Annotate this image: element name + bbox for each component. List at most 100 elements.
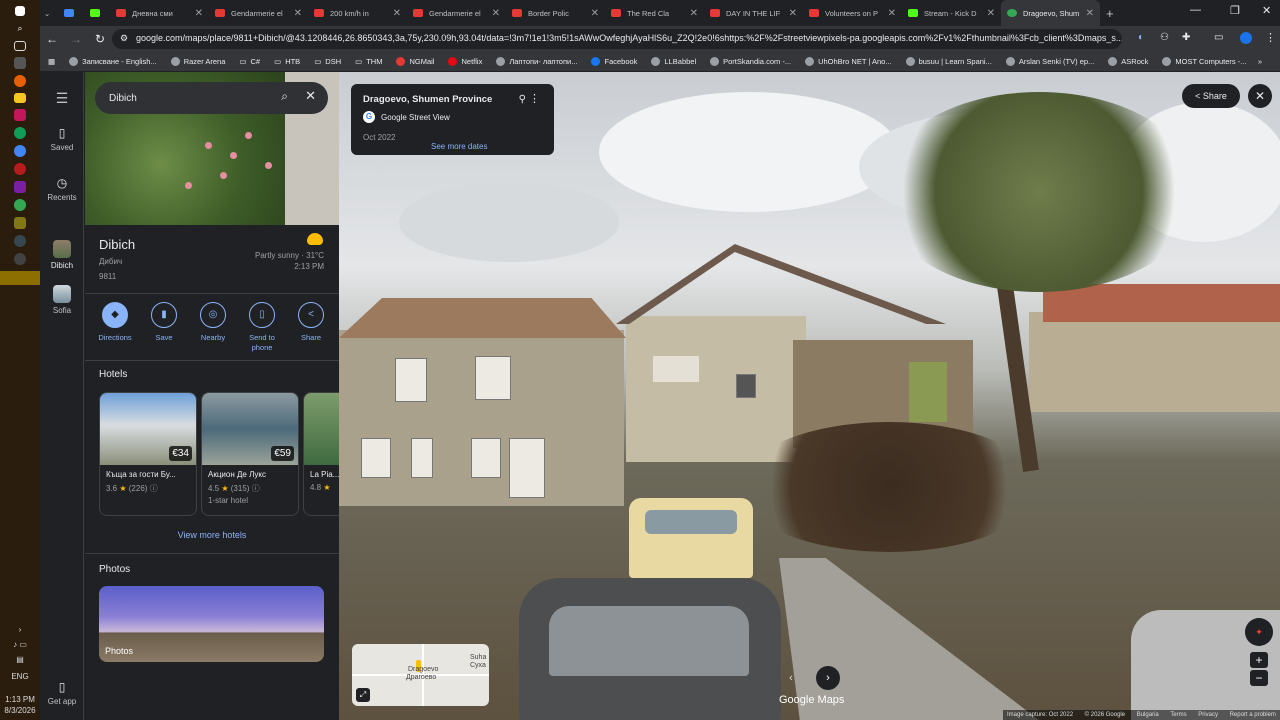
- bookmark-item[interactable]: NGMail: [396, 57, 434, 66]
- tab-close-icon[interactable]: ✕: [1086, 8, 1094, 19]
- taskbar-notes-icon[interactable]: [14, 217, 26, 229]
- taskbar-app-icon[interactable]: [14, 57, 26, 69]
- tab-close-icon[interactable]: ✕: [492, 8, 500, 19]
- tab-close-icon[interactable]: ✕: [195, 8, 203, 19]
- street-view[interactable]: Dragoevo, Shumen Province G Google Street…: [339, 72, 1280, 720]
- see-more-dates-link[interactable]: See more dates: [431, 142, 487, 151]
- tab-9[interactable]: Stream - Kick D ✕: [902, 0, 1001, 26]
- location-pin-icon[interactable]: ⚲: [519, 94, 526, 105]
- bookmark-item[interactable]: Facebook: [591, 57, 637, 66]
- minimize-icon[interactable]: —: [1190, 4, 1201, 16]
- footer-country[interactable]: Bulgaria: [1137, 712, 1159, 718]
- tab-8[interactable]: Volunteers on P ✕: [803, 0, 902, 26]
- back-icon[interactable]: ←: [40, 32, 64, 46]
- bookmark-item[interactable]: ASRock: [1108, 57, 1148, 66]
- close-streetview-button[interactable]: ✕: [1248, 84, 1272, 108]
- bookmark-folder[interactable]: ▭ DSH: [314, 57, 341, 66]
- taskbar-clock-icon[interactable]: [14, 253, 26, 265]
- nearby-button[interactable]: ◎ Nearby: [191, 302, 235, 353]
- tab-close-icon[interactable]: ✕: [294, 8, 302, 19]
- taskbar-firefox-icon[interactable]: [14, 75, 26, 87]
- tab-7[interactable]: DAY IN THE LIF ✕: [704, 0, 803, 26]
- windows-start-icon[interactable]: [15, 6, 25, 16]
- profile-avatar[interactable]: [1240, 32, 1252, 44]
- directions-button[interactable]: ◆ Directions: [93, 302, 137, 353]
- taskbar-widgets-icon[interactable]: [14, 41, 26, 51]
- cast-icon[interactable]: ▭: [1214, 32, 1223, 43]
- tab-close-icon[interactable]: ✕: [888, 8, 896, 19]
- taskbar-onenote-icon[interactable]: [14, 181, 26, 193]
- tray-volume-icon[interactable]: ♪ ▭: [0, 639, 40, 650]
- bookmark-item[interactable]: Записване - English...: [69, 57, 157, 66]
- tab-10-active[interactable]: Dragoevo, Shum ✕: [1001, 0, 1100, 26]
- footer-report-link[interactable]: Report a problem: [1230, 712, 1276, 718]
- hotel-card[interactable]: La Pia... 4.8 ★: [303, 392, 339, 516]
- taskbar-active-chrome-icon[interactable]: [0, 271, 40, 285]
- forward-icon[interactable]: →: [64, 32, 88, 46]
- prev-arrow-icon[interactable]: ‹: [779, 666, 803, 690]
- expand-map-icon[interactable]: ⤢: [356, 688, 370, 702]
- menu-kebab-icon[interactable]: ⋮: [1265, 31, 1276, 44]
- tray-chevron-icon[interactable]: ›: [0, 624, 40, 635]
- hotel-card[interactable]: €59 Акцион Де Лукс 4.5 ★ (315) ⓘ 1-star …: [201, 392, 299, 516]
- maximize-icon[interactable]: ❐: [1230, 4, 1240, 17]
- tab-close-icon[interactable]: ✕: [393, 8, 401, 19]
- footer-privacy-link[interactable]: Privacy: [1198, 712, 1218, 718]
- save-button[interactable]: ▮ Save: [142, 302, 186, 353]
- photo-thumbnail[interactable]: Photos: [99, 586, 324, 662]
- tab-6[interactable]: The Red Cla ✕: [605, 0, 704, 26]
- rail-recent-sofia[interactable]: Sofia: [40, 285, 84, 315]
- bookmark-item[interactable]: busuu | Learn Spani...: [905, 57, 992, 66]
- menu-hamburger-icon[interactable]: ☰: [40, 90, 84, 107]
- new-tab-button[interactable]: +: [1100, 0, 1124, 26]
- site-info-icon[interactable]: ⚙: [120, 33, 128, 44]
- bookmark-item[interactable]: Netflix: [448, 57, 482, 66]
- tab-2[interactable]: Gendarmerie el ✕: [209, 0, 308, 26]
- bookmark-item[interactable]: LLBabbel: [651, 57, 696, 66]
- share-button-top[interactable]: < Share: [1182, 84, 1240, 108]
- view-more-hotels-link[interactable]: View more hotels: [85, 530, 339, 540]
- compass-icon[interactable]: ✦: [1245, 618, 1273, 646]
- taskbar-opera-icon[interactable]: [14, 163, 26, 175]
- more-options-icon[interactable]: ⋮: [529, 92, 540, 105]
- search-box[interactable]: Dibich ⌕ ✕: [95, 82, 328, 114]
- zoom-out-button[interactable]: −: [1250, 670, 1268, 686]
- reload-icon[interactable]: ↻: [88, 32, 112, 46]
- bookmark-item[interactable]: PortSkandia.com -...: [710, 57, 791, 66]
- taskbar-search-icon[interactable]: ⌕: [10, 22, 30, 35]
- info-icon[interactable]: ⓘ: [150, 484, 158, 493]
- taskbar-steam-icon[interactable]: [14, 235, 26, 247]
- taskbar-chrome2-icon[interactable]: [14, 199, 26, 211]
- bookmark-folder[interactable]: ▭ C#: [239, 57, 260, 66]
- bookmark-item[interactable]: Лаптопи- лаптопи...: [496, 57, 577, 66]
- bookmark-folder[interactable]: ▭ НТВ: [274, 57, 300, 66]
- tray-language[interactable]: ENG: [0, 671, 40, 682]
- rail-recent-dibich[interactable]: Dibich: [40, 240, 84, 270]
- bookmark-item[interactable]: Razer Arena: [170, 57, 225, 66]
- search-icon[interactable]: ⌕: [281, 89, 288, 104]
- close-window-icon[interactable]: ✕: [1262, 4, 1271, 17]
- extension-icon[interactable]: ◐: [1138, 32, 1144, 43]
- tab-list-button[interactable]: ⌄: [40, 0, 58, 26]
- close-icon[interactable]: ✕: [305, 88, 316, 104]
- bookmark-item[interactable]: UhOhBro NET | Ano...: [805, 57, 892, 66]
- zoom-in-button[interactable]: +: [1250, 652, 1268, 668]
- extension-icon[interactable]: ⚇: [1160, 32, 1169, 43]
- footer-terms-link[interactable]: Terms: [1170, 712, 1186, 718]
- rail-get-app[interactable]: ▯ Get app: [40, 680, 84, 706]
- tray-date[interactable]: 8/3/2026: [0, 705, 40, 716]
- tab-close-icon[interactable]: ✕: [987, 8, 995, 19]
- share-button[interactable]: < Share: [289, 302, 333, 353]
- address-bar[interactable]: ⚙ google.com/maps/place/9811+Dibich/@43.…: [112, 29, 1122, 49]
- tab-4[interactable]: Gendarmerie el ✕: [407, 0, 506, 26]
- taskbar-edge-icon[interactable]: [14, 127, 26, 139]
- taskbar-explorer-icon[interactable]: [14, 93, 26, 103]
- rail-saved[interactable]: ▯ Saved: [40, 126, 84, 152]
- bookmark-item[interactable]: Arslan Senki (TV) ep...: [1005, 57, 1094, 66]
- tab-close-icon[interactable]: ✕: [789, 8, 797, 19]
- tab-pinned-1[interactable]: [58, 0, 84, 26]
- tab-close-icon[interactable]: ✕: [591, 8, 599, 19]
- mini-map[interactable]: Dragoevo Драгоево Suha Суха ⤢: [352, 644, 489, 706]
- tab-5[interactable]: Border Polic ✕: [506, 0, 605, 26]
- bookmark-folder[interactable]: ▭ THM: [355, 57, 382, 66]
